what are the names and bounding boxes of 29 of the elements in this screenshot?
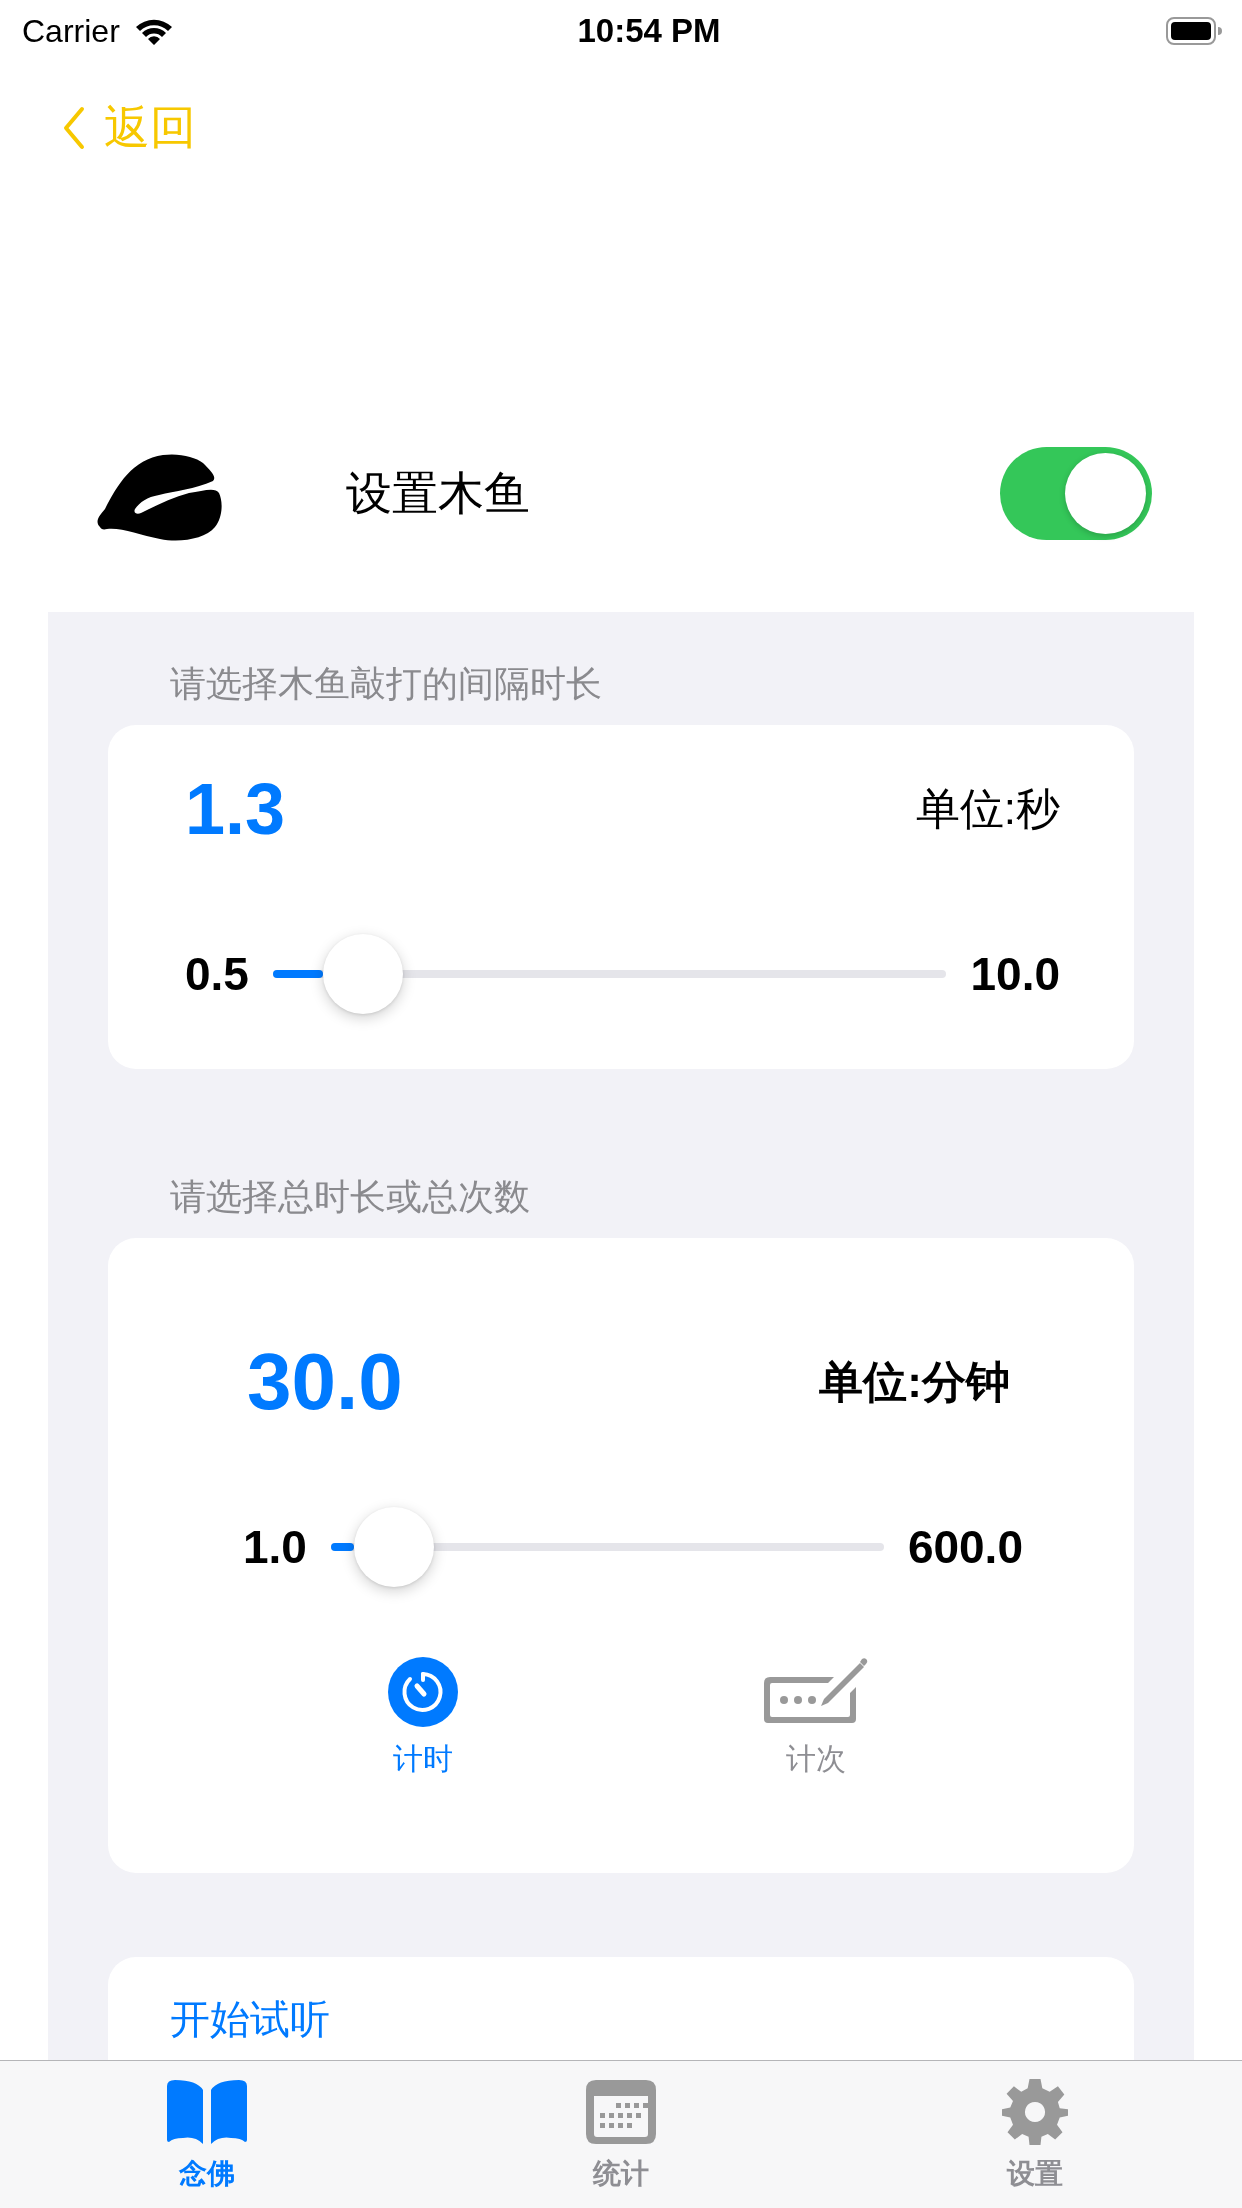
section-label: 请选择总时长或总次数 bbox=[169, 1175, 531, 1219]
slider-thumb[interactable] bbox=[322, 934, 403, 1014]
tab[interactable]: 设置 bbox=[828, 2061, 1242, 2208]
total-value: 30.0 bbox=[247, 1336, 403, 1428]
tab[interactable]: 念佛 bbox=[0, 2061, 414, 2208]
total-slider[interactable] bbox=[330, 1507, 884, 1587]
tab[interactable]: 统计 bbox=[414, 2061, 828, 2208]
unit-label: 单位:分钟 bbox=[819, 1355, 1010, 1408]
carrier-name: Carrier bbox=[22, 12, 120, 50]
interval-value: 1.3 bbox=[185, 768, 286, 850]
mode-option[interactable]: 计时 bbox=[323, 1657, 523, 1779]
interval-slider[interactable] bbox=[272, 934, 947, 1014]
slider-thumb[interactable] bbox=[353, 1507, 434, 1587]
section-label: 请选择木鱼敲打的间隔时长 bbox=[169, 662, 603, 706]
wooden-fish-label: 设置木鱼 bbox=[346, 465, 531, 521]
status-time: 10:54 PM bbox=[577, 12, 721, 50]
timer-icon bbox=[388, 1657, 458, 1727]
settings-icon bbox=[1000, 2079, 1070, 2145]
unit-label: 单位:秒 bbox=[915, 782, 1060, 835]
slider-max-label: 600.0 bbox=[907, 1520, 1023, 1574]
slider-max-label: 10.0 bbox=[970, 947, 1060, 1001]
slider-min-label: 0.5 bbox=[185, 947, 249, 1001]
slider-min-label: 1.0 bbox=[243, 1520, 307, 1574]
calendar-icon bbox=[586, 2079, 656, 2145]
book-icon bbox=[167, 2079, 247, 2145]
battery-icon bbox=[1166, 17, 1222, 45]
chevron-icon bbox=[62, 106, 86, 150]
preview-button[interactable]: 开始试听 bbox=[170, 1995, 330, 2043]
mode-option[interactable]: 计次 bbox=[716, 1657, 916, 1779]
